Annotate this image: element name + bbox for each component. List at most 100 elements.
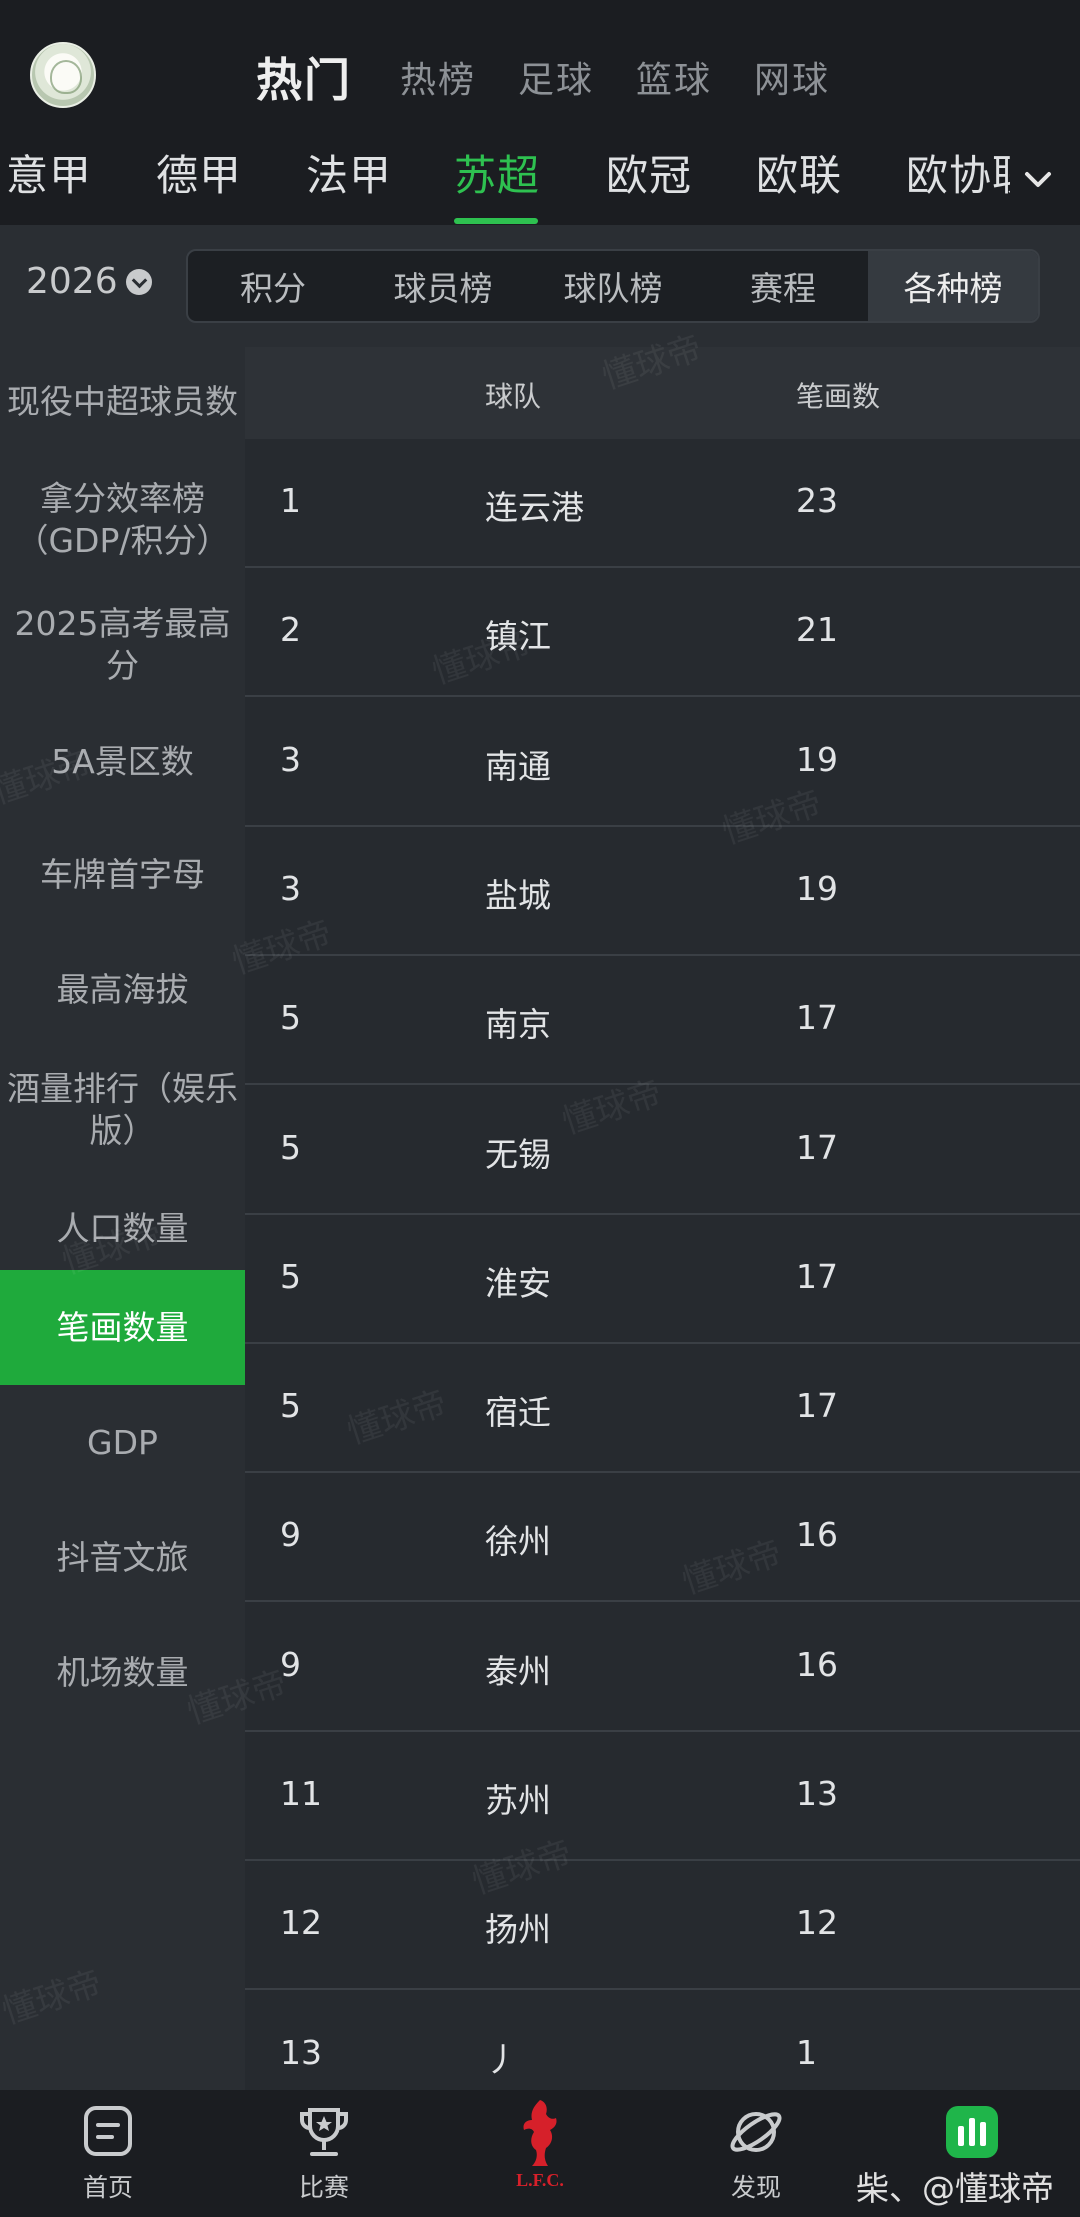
league-tab-uel[interactable]: 欧联 xyxy=(756,142,842,203)
table-row[interactable]: 12 扬州 12 xyxy=(245,1861,1080,1991)
nav-home-label: 首页 xyxy=(82,2173,133,2202)
table-row[interactable]: 9 徐州 16 xyxy=(245,1473,1080,1603)
app-root: 热门 热榜 足球 篮球 网球 意甲 德甲 法甲 苏超 欧冠 欧联 欧协联 202… xyxy=(0,0,1080,2217)
row-stroke-count: 17 xyxy=(796,998,838,1038)
chevron-down-icon xyxy=(125,268,152,295)
sidebar-item-gaokao[interactable]: 2025高考最高分 xyxy=(0,582,245,707)
league-tab-ucl[interactable]: 欧冠 xyxy=(606,142,692,203)
tab-hot[interactable]: 热门 xyxy=(256,44,352,110)
row-stroke-count: 19 xyxy=(796,739,838,779)
row-stroke-count: 19 xyxy=(796,868,838,908)
row-team-name: 镇江 xyxy=(485,617,551,657)
nav-home[interactable]: 首页 xyxy=(38,2102,178,2204)
row-stroke-count: 16 xyxy=(796,1515,838,1555)
row-rank: 5 xyxy=(280,1256,301,1296)
sidebar-item-population[interactable]: 人口数量 xyxy=(0,1172,245,1285)
nav-matches-label: 比赛 xyxy=(298,2173,349,2202)
segment-team-rank[interactable]: 球队榜 xyxy=(528,251,698,321)
ranking-category-sidebar: 现役中超球员数 拿分效率榜（GDP/积分） 2025高考最高分 5A景区数 车牌… xyxy=(0,347,245,2090)
stats-icon xyxy=(946,2106,998,2158)
league-tab-ligue1[interactable]: 法甲 xyxy=(306,142,392,203)
row-team-name: 连云港 xyxy=(485,488,584,527)
sidebar-item-plate-letter[interactable]: 车牌首字母 xyxy=(0,817,245,932)
row-stroke-count: 16 xyxy=(796,1644,838,1684)
row-stroke-count: 1 xyxy=(796,2032,817,2072)
nav-team-logo[interactable]: L.F.C. xyxy=(470,2094,610,2194)
segment-schedule[interactable]: 赛程 xyxy=(698,251,868,321)
row-team-name: 苏州 xyxy=(485,1781,551,1820)
sidebar-item-douyin-tourism[interactable]: 抖音文旅 xyxy=(0,1500,245,1615)
row-stroke-count: 17 xyxy=(796,1256,838,1296)
tab-football[interactable]: 足球 xyxy=(518,51,594,103)
row-rank: 9 xyxy=(280,1644,301,1684)
row-team-name: 丿 xyxy=(485,2039,518,2079)
active-tab-indicator xyxy=(454,218,538,224)
row-stroke-count: 12 xyxy=(796,1903,838,1943)
row-team-name: 宿迁 xyxy=(485,1393,551,1433)
row-rank: 5 xyxy=(280,1127,301,1167)
filter-row: 2026 积分 球员榜 球队榜 赛程 各种榜 xyxy=(0,225,1080,347)
table-row[interactable]: 5 南京 17 xyxy=(245,956,1080,1086)
credit-text: 柴、@懂球帝 xyxy=(856,2169,1054,2208)
segment-standings[interactable]: 积分 xyxy=(188,251,358,321)
table-row[interactable]: 5 淮安 17 xyxy=(245,1215,1080,1344)
nav-matches[interactable]: 比赛 xyxy=(254,2102,394,2204)
segment-player-rank[interactable]: 球员榜 xyxy=(358,251,528,321)
row-team-name: 南通 xyxy=(485,746,551,786)
tab-hot-list[interactable]: 热榜 xyxy=(400,51,476,103)
planet-icon xyxy=(730,2112,782,2152)
nav-discover-label: 发现 xyxy=(730,2173,781,2202)
row-team-name: 徐州 xyxy=(485,1522,551,1562)
row-stroke-count: 17 xyxy=(796,1127,838,1167)
sidebar-item-gdp[interactable]: GDP xyxy=(0,1385,245,1500)
league-tab-bundesliga[interactable]: 德甲 xyxy=(156,142,242,203)
table-header: 球队 笔画数 xyxy=(245,347,1080,439)
row-team-name: 泰州 xyxy=(485,1651,551,1691)
league-tab-su-super[interactable]: 苏超 xyxy=(454,142,540,203)
sidebar-item-stroke-count[interactable]: 笔画数量 xyxy=(0,1270,245,1385)
league-tab-uecl[interactable]: 欧协联 xyxy=(906,142,1010,203)
tab-basketball[interactable]: 篮球 xyxy=(636,51,712,103)
league-tab-serie-a[interactable]: 意甲 xyxy=(6,142,92,203)
row-rank: 1 xyxy=(280,481,301,520)
sidebar-item-points-efficiency[interactable]: 拿分效率榜（GDP/积分） xyxy=(0,457,245,582)
svg-text:L.F.C.: L.F.C. xyxy=(516,2170,564,2190)
sidebar-item-altitude[interactable]: 最高海拔 xyxy=(0,932,245,1047)
sidebar-item-5a-scenic[interactable]: 5A景区数 xyxy=(0,707,245,817)
top-tabs: 热门 热榜 足球 篮球 网球 xyxy=(256,44,872,110)
table-row[interactable]: 5 宿迁 17 xyxy=(245,1344,1080,1474)
row-stroke-count: 23 xyxy=(796,481,838,520)
table-row[interactable]: 3 南通 19 xyxy=(245,698,1080,827)
ranking-table: 球队 笔画数 1 连云港 23 2 镇江 21 3 南通 19 3 盐城 19 5 南京 17 5 无锡 17 5 淮… xyxy=(245,347,1080,2120)
col-header-strokes: 笔画数 xyxy=(796,380,881,413)
table-row[interactable]: 1 连云港 23 xyxy=(245,439,1080,568)
nav-stats[interactable] xyxy=(902,2102,1042,2162)
nav-discover[interactable]: 发现 xyxy=(686,2102,826,2204)
sidebar-item-drinking[interactable]: 酒量排行（娱乐版） xyxy=(0,1047,245,1172)
season-selector[interactable]: 2026 xyxy=(26,261,152,302)
chevron-down-icon[interactable] xyxy=(1020,162,1056,198)
table-row[interactable]: 11 苏州 13 xyxy=(245,1732,1080,1861)
sidebar-item-airports[interactable]: 机场数量 xyxy=(0,1615,245,1730)
row-rank: 12 xyxy=(280,1903,322,1943)
row-rank: 5 xyxy=(280,998,301,1038)
table-row[interactable]: 9 泰州 16 xyxy=(245,1603,1080,1732)
row-rank: 5 xyxy=(280,1386,301,1426)
table-row[interactable]: 5 无锡 17 xyxy=(245,1086,1080,1215)
table-row[interactable]: 3 盐城 19 xyxy=(245,827,1080,956)
tab-tennis[interactable]: 网球 xyxy=(754,51,830,103)
table-row[interactable]: 2 镇江 21 xyxy=(245,568,1080,698)
header: 热门 热榜 足球 篮球 网球 意甲 德甲 法甲 苏超 欧冠 欧联 欧协联 xyxy=(0,0,1080,225)
row-rank: 9 xyxy=(280,1515,301,1555)
row-stroke-count: 17 xyxy=(796,1386,838,1426)
lfc-logo-icon: L.F.C. xyxy=(516,2100,564,2190)
home-icon xyxy=(84,2106,132,2156)
user-avatar[interactable] xyxy=(30,42,96,108)
segment-misc-rank[interactable]: 各种榜 xyxy=(868,251,1038,321)
row-team-name: 盐城 xyxy=(485,875,551,915)
row-team-name: 扬州 xyxy=(485,1910,551,1950)
row-rank: 13 xyxy=(280,2032,322,2072)
trophy-icon xyxy=(300,2108,348,2156)
sidebar-item-csl-players[interactable]: 现役中超球员数 xyxy=(0,347,245,457)
row-rank: 3 xyxy=(280,868,301,908)
